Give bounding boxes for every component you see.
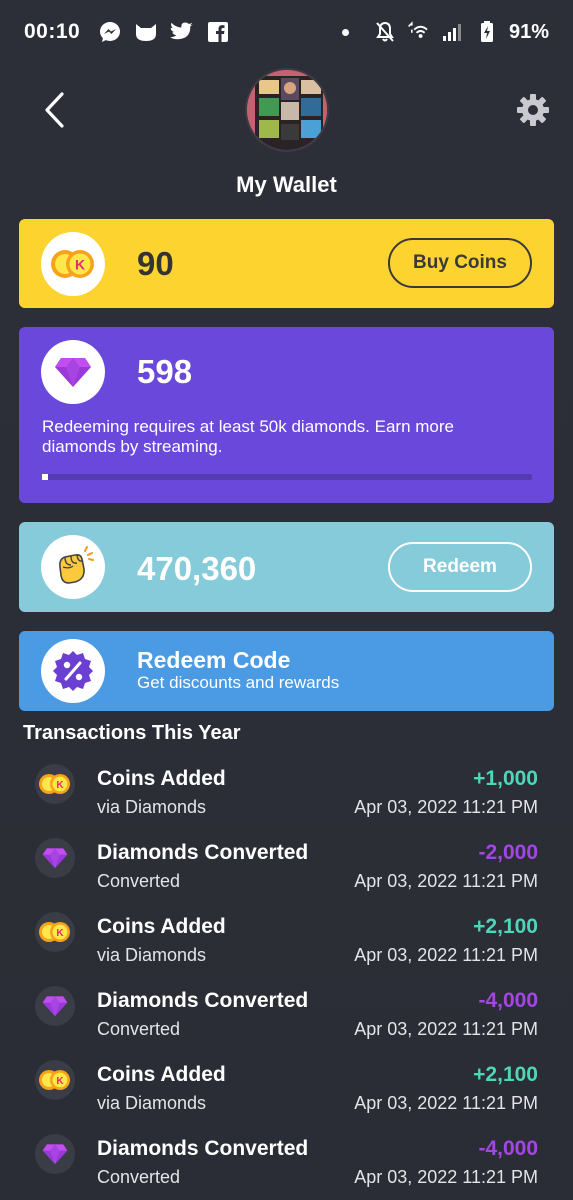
transaction-amount: -4,000 [478, 989, 538, 1012]
transaction-title: Coins Added [97, 915, 226, 938]
coins-amount: 90 [137, 245, 174, 282]
coins-icon: K [35, 912, 75, 952]
redeem-button[interactable]: Redeem [388, 542, 532, 592]
battery-icon [475, 20, 499, 44]
transaction-row[interactable]: K Coins Added via Diamonds +2,100 Apr 03, 2… [0, 906, 573, 980]
coins-icon: K [35, 1060, 75, 1100]
svg-text:K: K [56, 780, 64, 791]
settings-button[interactable] [515, 92, 551, 128]
redeem-code-card[interactable]: Redeem Code Get discounts and rewards [19, 631, 554, 711]
transaction-amount: +2,100 [473, 1063, 538, 1086]
transaction-subtitle: Converted [97, 871, 181, 891]
transaction-date: Apr 03, 2022 11:21 PM [354, 1167, 538, 1187]
facebook-icon [206, 20, 230, 44]
transaction-amount: -4,000 [478, 1137, 538, 1160]
diamond-icon [35, 986, 75, 1026]
transaction-subtitle: Converted [97, 1019, 181, 1039]
signal-icon [441, 20, 465, 44]
svg-text:K: K [56, 928, 64, 939]
status-bar: 00:10 91% [0, 0, 573, 64]
transactions-list: K Coins Added via Diamonds +1,000 Apr 03, 2… [0, 758, 573, 1200]
redeem-code-title: Redeem Code [137, 647, 291, 673]
transaction-amount: +1,000 [473, 767, 538, 790]
transaction-date: Apr 03, 2022 11:21 PM [354, 1093, 538, 1113]
diamond-icon [35, 838, 75, 878]
transaction-date: Apr 03, 2022 11:21 PM [354, 1019, 538, 1039]
transaction-title: Diamonds Converted [97, 1137, 309, 1160]
notification-dot [341, 28, 349, 36]
beans-card: 470,360 Redeem [19, 522, 554, 612]
transaction-row[interactable]: Diamonds Converted Converted -2,000 Apr 03,… [0, 832, 573, 906]
page-title: My Wallet [236, 172, 337, 197]
svg-text:K: K [56, 1076, 64, 1087]
svg-text:K: K [75, 257, 85, 273]
diamonds-amount: 598 [137, 353, 193, 390]
transaction-title: Coins Added [97, 767, 226, 790]
diamonds-progress-fill [42, 474, 48, 480]
transaction-subtitle: via Diamonds [97, 945, 207, 965]
transaction-title: Coins Added [97, 1063, 226, 1086]
twitter-icon [170, 20, 194, 44]
buy-coins-button[interactable]: Buy Coins [388, 238, 532, 288]
coins-card: K 90 Buy Coins [19, 219, 554, 308]
transaction-date: Apr 03, 2022 11:21 PM [354, 945, 538, 965]
transaction-date: Apr 03, 2022 11:21 PM [354, 797, 538, 817]
diamonds-card: 598 Redeeming requires at least 50k diam… [19, 327, 554, 503]
transaction-row[interactable]: K Coins Added via Diamonds +1,000 Apr 03, 2… [0, 758, 573, 832]
transaction-row[interactable]: Diamonds Converted Converted -4,000 Apr 03,… [0, 1128, 573, 1200]
coins-icon: K [35, 764, 75, 804]
transaction-row[interactable]: K Coins Added via Diamonds +2,100 Apr 03, 2… [0, 1054, 573, 1128]
transactions-title: Transactions This Year [23, 722, 241, 744]
status-time: 00:10 [24, 20, 81, 43]
diamond-icon [41, 340, 105, 404]
transaction-date: Apr 03, 2022 11:21 PM [354, 871, 538, 891]
back-arrow-icon [45, 92, 64, 128]
diamond-icon [35, 1134, 75, 1174]
transaction-subtitle: via Diamonds [97, 1093, 207, 1113]
transaction-title: Diamonds Converted [97, 841, 309, 864]
gear-icon [517, 94, 549, 126]
diamonds-progress-bar [42, 474, 532, 480]
transaction-amount: -2,000 [478, 841, 538, 864]
battery-percentage: 91% [508, 20, 549, 43]
messenger-icon [98, 20, 122, 44]
coins-icon: K [41, 232, 105, 296]
transaction-row[interactable]: Diamonds Converted Converted -4,000 Apr 03,… [0, 980, 573, 1054]
transaction-title: Diamonds Converted [97, 989, 309, 1012]
fist-icon [41, 535, 105, 599]
mute-icon [373, 20, 397, 44]
transaction-subtitle: Converted [97, 1167, 181, 1187]
transaction-amount: +2,100 [473, 915, 538, 938]
diamonds-note: Redeeming requires at least 50k diamonds… [42, 417, 454, 456]
percent-badge-icon [41, 639, 105, 703]
redeem-code-subtitle: Get discounts and rewards [137, 673, 340, 692]
avatar[interactable] [245, 68, 329, 152]
wifi-icon [407, 20, 431, 44]
beans-amount: 470,360 [137, 550, 257, 587]
back-button[interactable] [36, 90, 72, 130]
kiwi-icon [134, 20, 158, 44]
transaction-subtitle: via Diamonds [97, 797, 207, 817]
